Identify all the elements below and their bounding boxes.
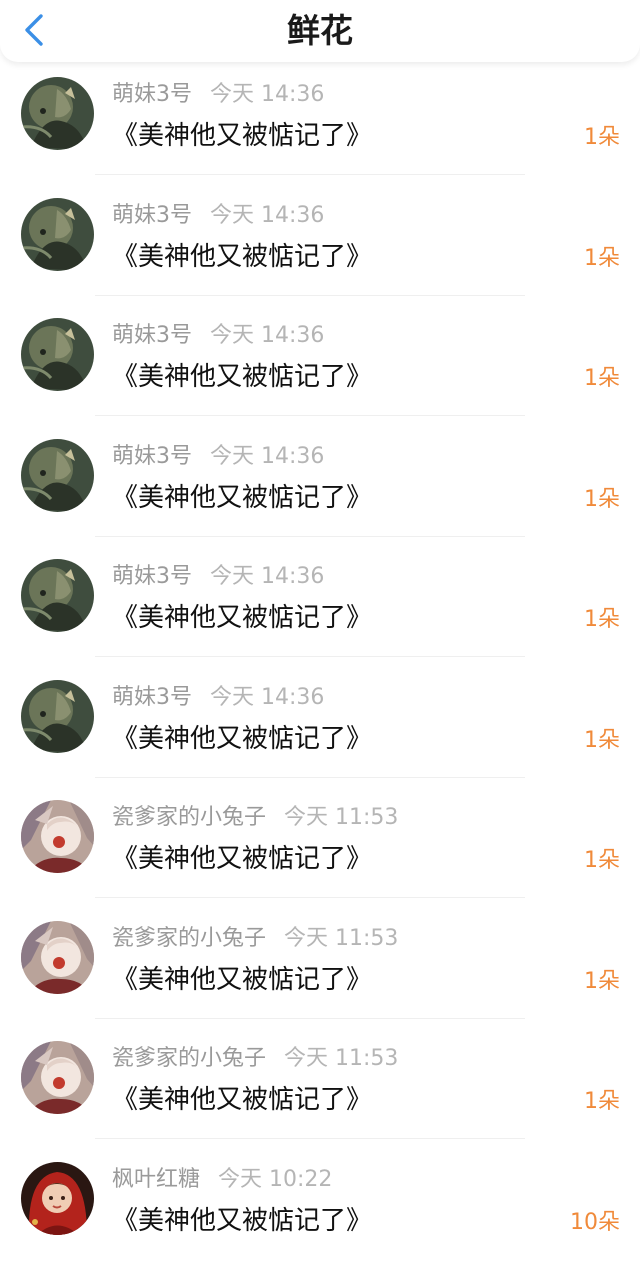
- divider: [95, 415, 525, 416]
- divider: [95, 897, 525, 898]
- username[interactable]: 萌妹3号: [112, 685, 192, 710]
- meta-line: 萌妹3号今天 14:36: [112, 80, 324, 110]
- flower-count: 1朵: [584, 120, 620, 156]
- flower-count: 1朵: [584, 241, 620, 277]
- divider: [95, 536, 525, 537]
- avatar[interactable]: [21, 77, 94, 150]
- divider: [95, 174, 525, 175]
- divider: [95, 295, 525, 296]
- timestamp: 今天 14:36: [210, 323, 324, 348]
- meta-line: 萌妹3号今天 14:36: [112, 562, 324, 592]
- flower-row[interactable]: 萌妹3号今天 14:36 《美神他又被惦记了》 1朵: [0, 189, 640, 310]
- meta-line: 萌妹3号今天 14:36: [112, 321, 324, 351]
- meta-line: 瓷爹家的小兔子今天 11:53: [112, 1044, 398, 1074]
- dark-anime-avatar: [21, 439, 94, 512]
- dark-anime-avatar: [21, 559, 94, 632]
- avatar[interactable]: [21, 800, 94, 873]
- meta-line: 瓷爹家的小兔子今天 11:53: [112, 924, 398, 954]
- divider: [95, 1018, 525, 1019]
- avatar[interactable]: [21, 921, 94, 994]
- flower-list: 萌妹3号今天 14:36 《美神他又被惦记了》 1朵 萌妹3号今天 14:36 …: [0, 68, 640, 1273]
- dark-anime-avatar: [21, 77, 94, 150]
- username[interactable]: 萌妹3号: [112, 444, 192, 469]
- page-title: 鲜花: [0, 0, 640, 62]
- meta-line: 枫叶红糖今天 10:22: [112, 1165, 332, 1195]
- top-bar: 鲜花: [0, 0, 640, 62]
- username[interactable]: 瓷爹家的小兔子: [112, 1046, 266, 1071]
- flower-row[interactable]: 瓷爹家的小兔子今天 11:53 《美神他又被惦记了》 1朵: [0, 912, 640, 1033]
- username[interactable]: 萌妹3号: [112, 203, 192, 228]
- username[interactable]: 萌妹3号: [112, 82, 192, 107]
- avatar[interactable]: [21, 318, 94, 391]
- timestamp: 今天 10:22: [218, 1167, 332, 1192]
- avatar[interactable]: [21, 559, 94, 632]
- flower-count: 1朵: [584, 361, 620, 397]
- book-title[interactable]: 《美神他又被惦记了》: [112, 1201, 372, 1241]
- flower-row[interactable]: 萌妹3号今天 14:36 《美神他又被惦记了》 1朵: [0, 430, 640, 551]
- flower-count: 1朵: [584, 602, 620, 638]
- dark-anime-avatar: [21, 318, 94, 391]
- meta-line: 萌妹3号今天 14:36: [112, 683, 324, 713]
- timestamp: 今天 11:53: [284, 926, 398, 951]
- book-title[interactable]: 《美神他又被惦记了》: [112, 478, 372, 518]
- book-title[interactable]: 《美神他又被惦记了》: [112, 237, 372, 277]
- timestamp: 今天 11:53: [284, 805, 398, 830]
- meta-line: 瓷爹家的小兔子今天 11:53: [112, 803, 398, 833]
- book-title[interactable]: 《美神他又被惦记了》: [112, 116, 372, 156]
- meta-line: 萌妹3号今天 14:36: [112, 201, 324, 231]
- timestamp: 今天 14:36: [210, 685, 324, 710]
- flower-count: 1朵: [584, 843, 620, 879]
- book-title[interactable]: 《美神他又被惦记了》: [112, 1080, 372, 1120]
- pale-anime-avatar: [21, 921, 94, 994]
- book-title[interactable]: 《美神他又被惦记了》: [112, 839, 372, 879]
- meta-line: 萌妹3号今天 14:36: [112, 442, 324, 472]
- pale-anime-avatar: [21, 800, 94, 873]
- username[interactable]: 瓷爹家的小兔子: [112, 805, 266, 830]
- flower-row[interactable]: 萌妹3号今天 14:36 《美神他又被惦记了》 1朵: [0, 68, 640, 189]
- username[interactable]: 瓷爹家的小兔子: [112, 926, 266, 951]
- flower-row[interactable]: 萌妹3号今天 14:36 《美神他又被惦记了》 1朵: [0, 309, 640, 430]
- dark-anime-avatar: [21, 680, 94, 753]
- avatar[interactable]: [21, 1041, 94, 1114]
- username[interactable]: 萌妹3号: [112, 564, 192, 589]
- timestamp: 今天 14:36: [210, 564, 324, 589]
- username[interactable]: 枫叶红糖: [112, 1167, 200, 1192]
- flower-row[interactable]: 瓷爹家的小兔子今天 11:53 《美神他又被惦记了》 1朵: [0, 1032, 640, 1153]
- timestamp: 今天 14:36: [210, 203, 324, 228]
- timestamp: 今天 14:36: [210, 444, 324, 469]
- avatar[interactable]: [21, 198, 94, 271]
- avatar[interactable]: [21, 1162, 94, 1235]
- flower-row[interactable]: 萌妹3号今天 14:36 《美神他又被惦记了》 1朵: [0, 550, 640, 671]
- chevron-left-icon: [14, 8, 58, 52]
- flower-count: 10朵: [570, 1205, 620, 1241]
- avatar[interactable]: [21, 680, 94, 753]
- divider: [95, 777, 525, 778]
- timestamp: 今天 11:53: [284, 1046, 398, 1071]
- dark-anime-avatar: [21, 198, 94, 271]
- book-title[interactable]: 《美神他又被惦记了》: [112, 598, 372, 638]
- divider: [95, 656, 525, 657]
- timestamp: 今天 14:36: [210, 82, 324, 107]
- pale-anime-avatar: [21, 1041, 94, 1114]
- flower-row[interactable]: 萌妹3号今天 14:36 《美神他又被惦记了》 1朵: [0, 671, 640, 792]
- book-title[interactable]: 《美神他又被惦记了》: [112, 960, 372, 1000]
- flower-count: 1朵: [584, 723, 620, 759]
- flower-count: 1朵: [584, 1084, 620, 1120]
- back-button[interactable]: [14, 8, 58, 52]
- book-title[interactable]: 《美神他又被惦记了》: [112, 719, 372, 759]
- red-hood-girl-avatar: [21, 1162, 94, 1235]
- flower-count: 1朵: [584, 482, 620, 518]
- flower-count: 1朵: [584, 964, 620, 1000]
- avatar[interactable]: [21, 439, 94, 512]
- flower-row[interactable]: 枫叶红糖今天 10:22 《美神他又被惦记了》 10朵: [0, 1153, 640, 1273]
- flower-row[interactable]: 瓷爹家的小兔子今天 11:53 《美神他又被惦记了》 1朵: [0, 791, 640, 912]
- username[interactable]: 萌妹3号: [112, 323, 192, 348]
- book-title[interactable]: 《美神他又被惦记了》: [112, 357, 372, 397]
- divider: [95, 1138, 525, 1139]
